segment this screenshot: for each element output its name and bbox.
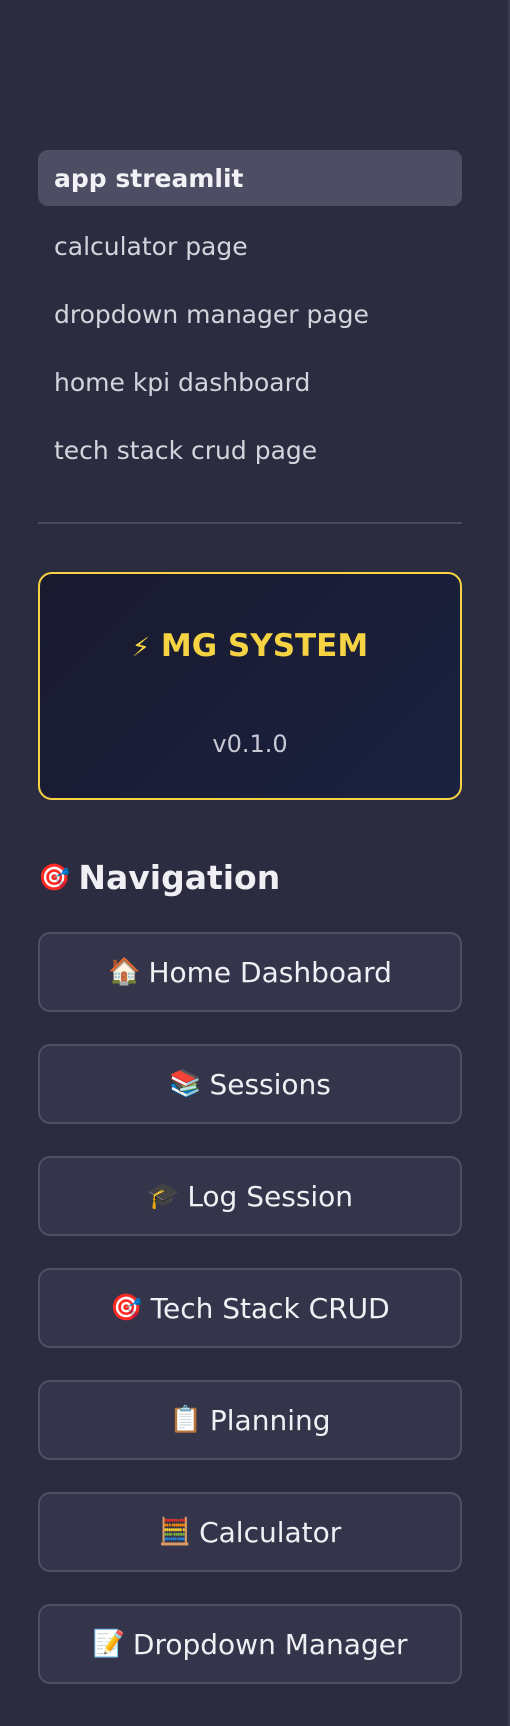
planning-button[interactable]: 📋 Planning [38, 1380, 462, 1460]
brand-title: ⚡ MG SYSTEM [40, 628, 460, 664]
memo-icon: 📝 [92, 1629, 125, 1659]
abacus-icon: 🧮 [158, 1517, 192, 1547]
target-icon: 🎯 [38, 862, 71, 893]
button-label: Planning [209, 1403, 331, 1437]
divider [38, 522, 462, 524]
page-link-label: app streamlit [54, 163, 244, 193]
page-link-app-streamlit[interactable]: app streamlit [38, 150, 462, 206]
sessions-button[interactable]: 📚 Sessions [38, 1044, 462, 1124]
books-icon: 📚 [169, 1069, 202, 1099]
page-link-label: calculator page [54, 231, 248, 261]
button-label: Calculator [199, 1515, 342, 1549]
log-session-button[interactable]: 🎓 Log Session [38, 1156, 462, 1236]
calculator-button[interactable]: 🧮 Calculator [38, 1492, 462, 1572]
button-label: Sessions [209, 1067, 331, 1101]
tech-stack-crud-button[interactable]: 🎯 Tech Stack CRUD [38, 1268, 462, 1348]
page-nav: app streamlit calculator page dropdown m… [38, 150, 462, 490]
dropdown-manager-button[interactable]: 📝 Dropdown Manager [38, 1604, 462, 1684]
brand-card: ⚡ MG SYSTEM v0.1.0 [38, 572, 462, 800]
navigation-heading-text: Navigation [78, 858, 281, 897]
home-icon: 🏠 [108, 957, 141, 987]
button-label: Log Session [187, 1179, 354, 1213]
button-label: Dropdown Manager [132, 1627, 408, 1661]
page-link-dropdown-manager[interactable]: dropdown manager page [38, 286, 462, 342]
page-link-tech-stack-crud[interactable]: tech stack crud page [38, 422, 462, 478]
page-link-calculator[interactable]: calculator page [38, 218, 462, 274]
brand-name: MG SYSTEM [160, 628, 369, 664]
page-link-home-kpi-dashboard[interactable]: home kpi dashboard [38, 354, 462, 410]
version-label: v0.1.0 [212, 730, 288, 758]
target-icon: 🎯 [110, 1293, 143, 1323]
page-link-label: home kpi dashboard [54, 367, 311, 397]
button-label: Tech Stack CRUD [150, 1291, 390, 1325]
lightning-icon: ⚡ [131, 633, 151, 663]
home-dashboard-button[interactable]: 🏠 Home Dashboard [38, 932, 462, 1012]
page-link-label: tech stack crud page [54, 435, 318, 465]
navigation-buttons: 🏠 Home Dashboard 📚 Sessions 🎓 Log Sessio… [38, 932, 462, 1716]
clipboard-icon: 📋 [169, 1405, 202, 1435]
graduation-cap-icon: 🎓 [146, 1181, 180, 1211]
page-link-label: dropdown manager page [54, 299, 369, 329]
sidebar: app streamlit calculator page dropdown m… [0, 0, 510, 1726]
navigation-heading: 🎯 Navigation [38, 858, 280, 897]
button-label: Home Dashboard [148, 955, 392, 989]
